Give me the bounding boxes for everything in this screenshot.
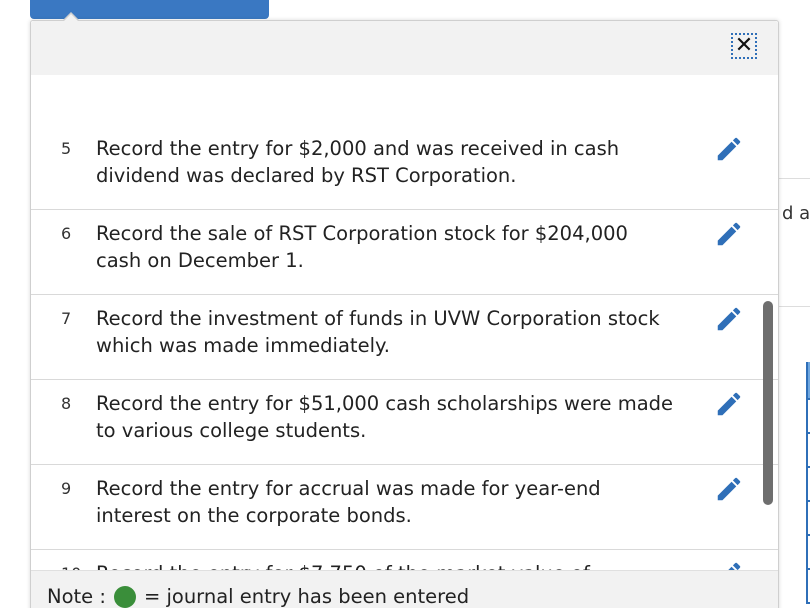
note-suffix: = journal entry has been entered xyxy=(143,585,470,608)
list-item: 9 Record the entry for accrual was made … xyxy=(31,465,778,550)
entered-indicator-icon xyxy=(113,585,136,608)
row-number: 8 xyxy=(61,394,72,413)
divider xyxy=(778,306,810,307)
table-cell[interactable] xyxy=(806,568,810,604)
transaction-list: 5 Record the entry for $2,000 and was re… xyxy=(31,125,778,570)
pencil-icon[interactable] xyxy=(714,219,744,249)
row-description: Record the entry for accrual was made fo… xyxy=(96,477,601,527)
scrollbar-thumb[interactable] xyxy=(763,301,773,505)
pencil-icon[interactable] xyxy=(714,304,744,334)
popup-header: ✕ xyxy=(31,21,778,75)
row-number: 7 xyxy=(61,309,72,328)
table-cell[interactable] xyxy=(806,466,810,502)
list-item: 10 Record the entry for $7,750 of the ma… xyxy=(31,550,778,570)
row-description: Record the investment of funds in UVW Co… xyxy=(96,307,660,357)
row-description: Record the entry for $7,750 of the marke… xyxy=(96,560,676,570)
legend-note: Note : = journal entry has been entered xyxy=(31,570,778,608)
table-cell[interactable] xyxy=(806,500,810,536)
row-description: Record the sale of RST Corporation stock… xyxy=(96,222,628,272)
table-cell[interactable] xyxy=(806,534,810,570)
row-number: 6 xyxy=(61,224,72,243)
pencil-icon[interactable] xyxy=(714,134,744,164)
row-description: Record the entry for $2,000 and was rece… xyxy=(96,137,620,187)
journal-entry-popup: ✕ 5 Record the entry for $2,000 and was … xyxy=(30,12,779,608)
note-prefix: Note : xyxy=(47,585,106,608)
row-number: 9 xyxy=(61,479,72,498)
table-cell[interactable] xyxy=(806,432,810,468)
background-text: d a xyxy=(782,203,810,224)
table-header xyxy=(806,362,810,398)
list-item: 8 Record the entry for $51,000 cash scho… xyxy=(31,380,778,465)
row-number: 5 xyxy=(61,139,72,158)
pencil-icon[interactable] xyxy=(714,389,744,419)
divider xyxy=(778,178,810,179)
note-text: Note : = journal entry has been entered xyxy=(47,585,469,608)
list-item: 7 Record the investment of funds in UVW … xyxy=(31,295,778,380)
pencil-icon[interactable] xyxy=(714,559,744,570)
background-table xyxy=(778,362,810,608)
close-icon: ✕ xyxy=(734,33,754,58)
pencil-icon[interactable] xyxy=(714,474,744,504)
table-cell[interactable] xyxy=(806,398,810,434)
list-item: 5 Record the entry for $2,000 and was re… xyxy=(31,125,778,210)
page: d a ✕ 5 Record the entry for $2,000 and … xyxy=(0,0,810,608)
close-button[interactable]: ✕ xyxy=(731,33,757,59)
row-description: Record the entry for $51,000 cash schola… xyxy=(96,392,674,442)
list-item: 6 Record the sale of RST Corporation sto… xyxy=(31,210,778,295)
